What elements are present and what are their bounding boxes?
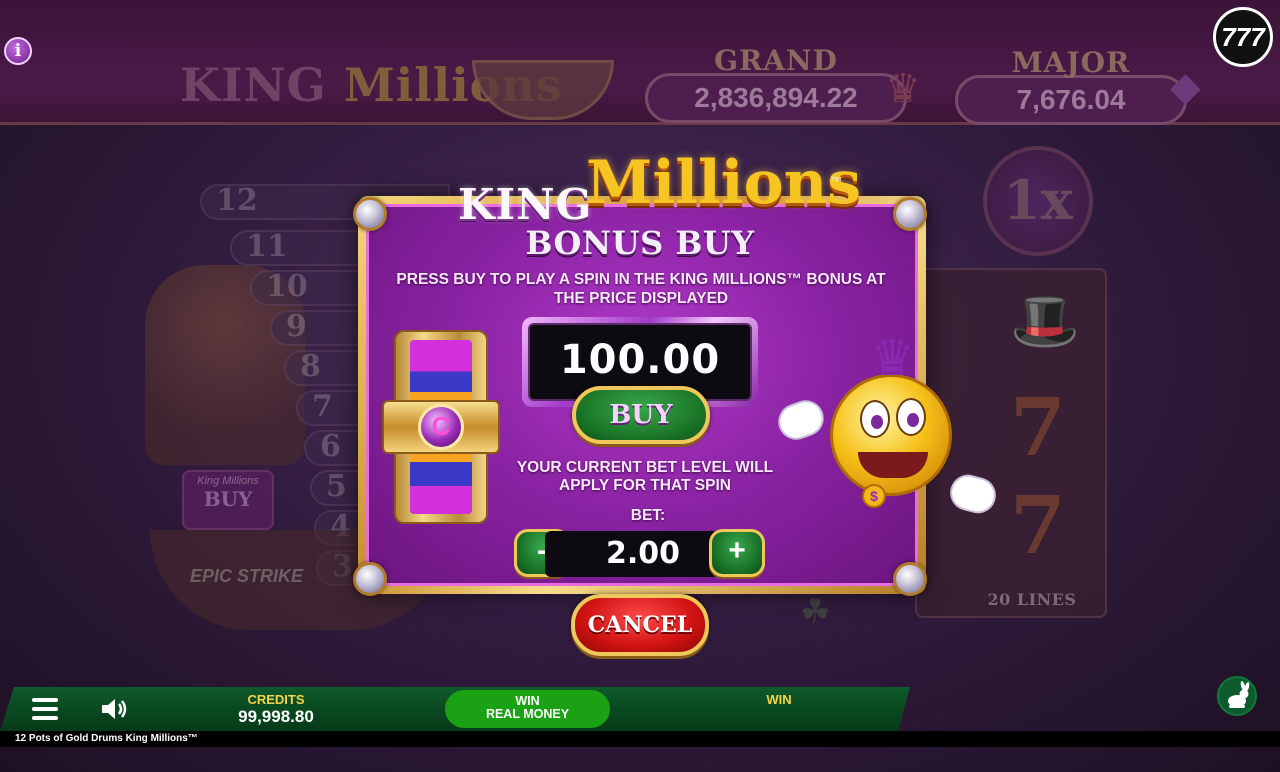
- reel-coin-icon: C: [418, 404, 464, 450]
- dialog-description: PRESS BUY TO PLAY A SPIN IN THE KING MIL…: [396, 271, 886, 307]
- gem-icon: ◆: [1170, 65, 1201, 109]
- crown-icon: ♛: [870, 330, 915, 386]
- buy-button[interactable]: BUY: [572, 386, 710, 444]
- info-icon[interactable]: i: [4, 37, 32, 65]
- logo-king-text: KING: [458, 180, 593, 229]
- logo-trademark: ™: [830, 174, 842, 188]
- mascot-eye: [860, 400, 890, 438]
- seven-symbol-icon: 7: [1010, 380, 1066, 474]
- side-bonus-buy-button[interactable]: King Millions BUY: [182, 470, 274, 530]
- reel-drum-icon: C: [380, 330, 502, 525]
- menu-icon[interactable]: [32, 698, 58, 720]
- mascot-hand-icon: [946, 470, 1000, 518]
- brand-badge-777[interactable]: 777: [1213, 7, 1273, 67]
- jackpot-major: MAJOR 7,676.04: [955, 46, 1187, 125]
- win-label: WIN: [766, 692, 792, 707]
- diamond-corner-icon: [353, 562, 387, 596]
- epic-strike-logo: EPIC STRIKE: [190, 566, 304, 586]
- crown-icon: ♛: [885, 67, 921, 111]
- side-buy-logo: King Millions: [197, 475, 259, 487]
- diamond-corner-icon: [353, 197, 387, 231]
- jackpot-major-value: 7,676.04: [955, 75, 1187, 125]
- side-buy-label: BUY: [203, 487, 253, 511]
- jackpot-grand-value: 2,836,894.22: [645, 73, 907, 123]
- credits-display: CREDITS 99,998.80: [220, 692, 332, 727]
- mascot-hand-icon: [773, 395, 829, 445]
- cancel-button[interactable]: CANCEL: [571, 594, 709, 656]
- king-coin-mascot: ♛ $: [773, 330, 1003, 527]
- seven-symbol-icon: 7: [1010, 478, 1066, 572]
- lines-label: 20 LINES: [987, 590, 1077, 609]
- credits-label: CREDITS: [247, 692, 305, 707]
- win-real-money-line2: REAL MONEY: [485, 707, 570, 721]
- bet-increase-button[interactable]: +: [709, 529, 765, 577]
- jackpot-grand: GRAND 2,836,894.22: [645, 44, 907, 123]
- bet-level-note: YOUR CURRENT BET LEVEL WILL APPLY FOR TH…: [516, 459, 774, 494]
- logo-millions-text: Millions: [586, 148, 862, 218]
- top-hat-icon: 🎩: [1010, 288, 1080, 354]
- game-title-footer: 12 Pots of Gold Drums King Millions™: [0, 731, 1280, 747]
- background-logo-king: KING: [180, 58, 327, 112]
- dialog-title: BONUS BUY: [525, 224, 755, 262]
- multiplier-badge: 1x: [983, 146, 1093, 256]
- clover-icon: ☘: [800, 593, 831, 631]
- sound-icon[interactable]: [100, 696, 130, 722]
- dollar-coin-icon: $: [862, 484, 886, 508]
- diamond-corner-icon: [893, 562, 927, 596]
- diamond-corner-icon: [893, 197, 927, 231]
- win-real-money-button[interactable]: WIN REAL MONEY: [445, 690, 610, 728]
- turbo-rabbit-icon[interactable]: [1217, 676, 1257, 716]
- credits-value: 99,998.80: [238, 707, 314, 726]
- mascot-eye: [896, 398, 926, 436]
- bet-label: BET:: [630, 507, 666, 524]
